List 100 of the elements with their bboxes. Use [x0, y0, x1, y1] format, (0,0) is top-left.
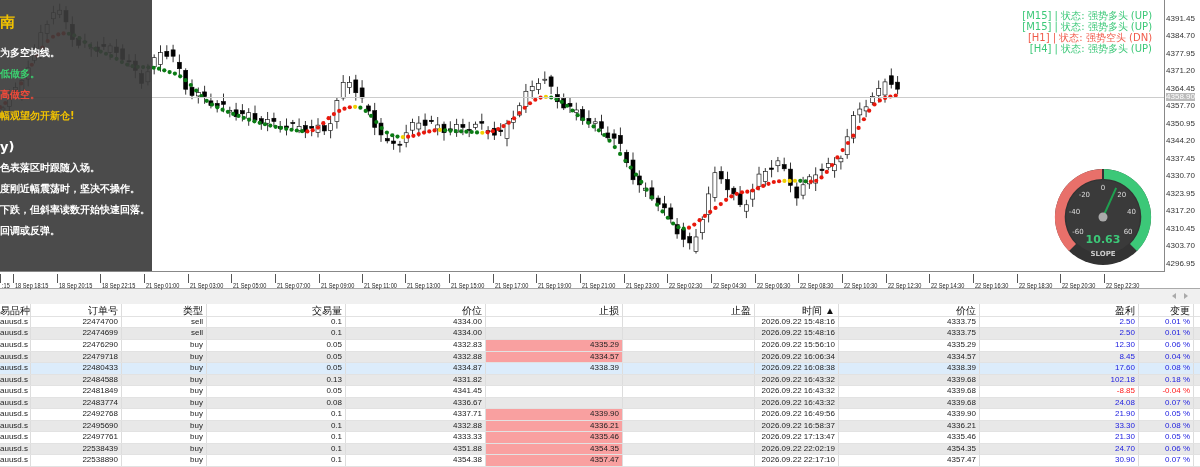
table-cell: 4334.00 [346, 328, 486, 339]
table-cell: 0.05 [207, 340, 346, 351]
table-cell: 2026.09.22 16:08:38 [755, 363, 839, 374]
table-cell: buy [122, 432, 207, 443]
price-tick-label: 4371.20 [1166, 66, 1195, 75]
table-cell: 4336.21 [486, 420, 623, 432]
price-tick-label: 4310.45 [1166, 223, 1195, 233]
table-cell: auusd.s [0, 386, 31, 397]
table-cell: 22497761 [31, 432, 122, 443]
table-cell: 0.1 [207, 328, 346, 339]
current-price-tag: 4358.90 [1166, 93, 1195, 101]
table-cell: -0.04 % [1139, 386, 1194, 397]
table-cell: 22474700 [31, 316, 122, 328]
order-row[interactable]: auusd.s 22497761 buy 0.1 4333.33 4335.46 2026.09.22 17:13:47 4335.46 21.30 0.05 % [0, 432, 1200, 444]
table-cell: auusd.s [0, 316, 31, 328]
column-header[interactable]: 价位 [346, 303, 486, 317]
table-cell: 0.07 % [1139, 455, 1194, 466]
table-cell: auusd.s [0, 397, 31, 409]
price-tick-label: 4330.70 [1166, 171, 1195, 180]
table-cell: 22484588 [31, 374, 122, 386]
order-row[interactable]: auusd.s 22538890 buy 0.1 4354.38 4357.47 2026.09.22 22:17:10 4357.47 30.90 0.07 % [0, 455, 1200, 467]
column-header[interactable]: 盈利 [980, 303, 1139, 317]
order-row[interactable]: auusd.s 22481849 buy 0.05 4341.45 2026.09.22 16:43:32 4339.68 -8.85 -0.04 % [0, 386, 1200, 398]
table-cell: 2026.09.22 17:13:47 [755, 432, 839, 443]
guide-text: 高做空。 [0, 88, 40, 102]
column-header[interactable]: 交易量 [207, 303, 346, 317]
table-cell: 33.30 [980, 420, 1139, 432]
table-cell: 4334.57 [486, 351, 623, 363]
table-cell: buy [122, 409, 207, 420]
table-cell: 22474699 [31, 328, 122, 339]
table-cell: 8.45 [980, 351, 1139, 363]
price-tick-label: 4337.45 [1166, 153, 1195, 163]
column-header[interactable]: 时间 ▲ [755, 303, 839, 317]
table-cell: 0.1 [207, 455, 346, 466]
table-cell: 0.1 [207, 316, 346, 328]
table-cell: buy [122, 455, 207, 466]
table-cell: 2026.09.22 16:06:34 [755, 351, 839, 363]
table-cell: 22481849 [31, 386, 122, 397]
table-cell: 0.05 [207, 386, 346, 397]
table-cell: auusd.s [0, 363, 31, 374]
table-cell: 4354.35 [486, 443, 623, 455]
table-cell: 22492768 [31, 409, 122, 420]
guide-text: 回调或反弹。 [0, 224, 60, 238]
scroll-left-icon[interactable] [1172, 293, 1176, 300]
table-cell: 22483774 [31, 397, 122, 409]
price-tick-label: 4357.70 [1166, 101, 1195, 110]
table-cell: 4338.39 [839, 363, 980, 374]
table-cell: 24.08 [980, 397, 1139, 409]
column-header[interactable]: 变更 [1139, 303, 1194, 317]
price-tick-label: 4377.95 [1166, 48, 1195, 58]
table-cell: buy [122, 386, 207, 397]
table-cell: 4333.75 [839, 328, 980, 339]
table-cell: sell [122, 316, 207, 328]
column-header[interactable]: 订单号 [31, 303, 122, 317]
table-cell: auusd.s [0, 328, 31, 339]
table-cell: 0.18 % [1139, 374, 1194, 386]
gauge-value: 10.63 [1085, 233, 1121, 246]
table-cell: 0.06 % [1139, 443, 1194, 455]
table-cell: 0.1 [207, 432, 346, 443]
column-header[interactable]: 价位 [839, 303, 980, 317]
price-tick-label: 4303.70 [1166, 241, 1195, 250]
table-cell: auusd.s [0, 374, 31, 386]
table-cell: buy [122, 374, 207, 386]
guide-text: 度刚近幅震荡时，坚决不操作。 [0, 182, 140, 196]
table-cell: 4335.46 [486, 432, 623, 443]
table-cell: 4354.35 [839, 443, 980, 455]
price-tick-label: 4317.20 [1166, 206, 1195, 215]
table-cell: 2026.09.22 22:02:19 [755, 443, 839, 455]
price-tick-label: 4323.95 [1166, 188, 1195, 198]
table-cell: 4336.21 [839, 420, 980, 432]
column-header[interactable]: 止损 [486, 303, 623, 317]
table-cell: 4335.29 [486, 340, 623, 351]
table-cell: 2.50 [980, 316, 1139, 328]
table-cell: 4334.87 [346, 363, 486, 374]
guide-text: 色表落区时跟随入场。 [0, 161, 100, 175]
column-header[interactable]: 止盈 [623, 303, 755, 317]
order-row[interactable]: auusd.s 22474699 sell 0.1 4334.00 2026.09.22 15:48:16 4333.75 2.50 0.01 % [0, 328, 1200, 340]
table-cell: 4357.47 [839, 455, 980, 466]
table-cell: 4339.68 [839, 374, 980, 386]
guide-text: 幅观望勿开新仓! [0, 109, 75, 123]
table-cell: 0.01 % [1139, 316, 1194, 328]
table-cell: 2026.09.22 22:17:10 [755, 455, 839, 466]
column-header[interactable]: 易品种 [0, 303, 31, 317]
table-cell: 4336.67 [346, 397, 486, 409]
table-cell: 2026.09.22 16:43:32 [755, 386, 839, 397]
table-cell: 4334.57 [839, 351, 980, 363]
table-cell: 22479718 [31, 351, 122, 363]
scroll-right-icon[interactable] [1184, 293, 1188, 300]
table-cell: 0.08 % [1139, 363, 1194, 374]
order-row[interactable]: auusd.s 22492768 buy 0.1 4337.71 4339.90 2026.09.22 16:49:56 4339.90 21.90 0.05 % [0, 409, 1200, 421]
table-cell: buy [122, 363, 207, 374]
table-cell: 0.1 [207, 420, 346, 432]
table-cell: 4339.90 [486, 409, 623, 420]
price-tick-label: 4364.45 [1166, 83, 1195, 93]
table-cell: 0.06 % [1139, 340, 1194, 351]
column-header[interactable]: 类型 [122, 303, 207, 317]
order-row[interactable]: auusd.s 22480433 buy 0.05 4334.87 4338.39 2026.09.22 16:08:38 4338.39 17.60 0.08 % [0, 363, 1200, 375]
table-cell: 22480433 [31, 363, 122, 374]
table-cell: buy [122, 443, 207, 455]
table-cell: 4335.29 [839, 340, 980, 351]
